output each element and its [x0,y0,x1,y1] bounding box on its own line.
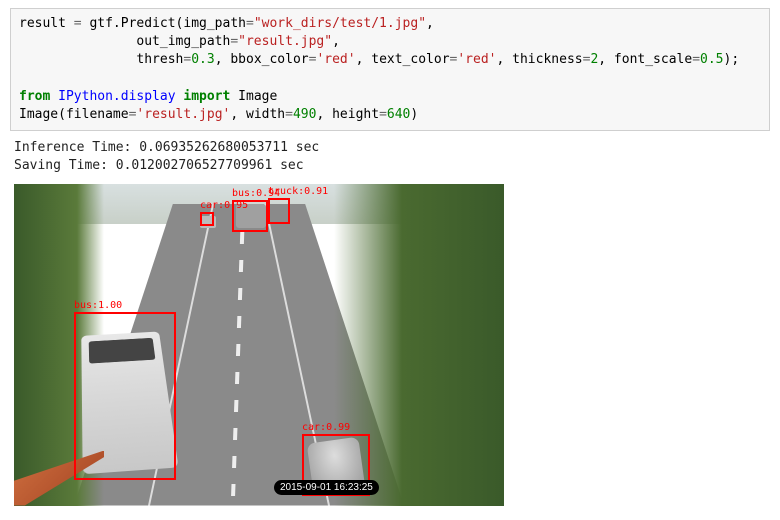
detection-label: truck:0.91 [268,186,328,197]
module-ipython-display: IPython.display [58,89,175,104]
detection-box: car:0.95 [200,212,214,226]
result-image: bus:1.00 car:0.99 car:0.95 bus:0.94truck:0.… [14,184,504,506]
call-gtf-predict: gtf.Predict [89,16,175,31]
code-cell[interactable]: result = gtf.Predict(img_path="work_dirs… [10,8,770,131]
inference-time: Inference Time: 0.06935262680053711 sec [14,140,319,155]
detection-label: car:0.99 [302,422,350,433]
arg-out-img-path: "result.jpg" [238,34,332,49]
keyword-import: import [183,89,230,104]
detection-box: bus:0.94 [232,200,268,232]
saving-time: Saving Time: 0.012002706527709961 sec [14,158,304,173]
detection-box: truck:0.91 [268,198,290,224]
detection-box: bus:1.00 [74,312,176,480]
arg-img-path: "work_dirs/test/1.jpg" [254,16,426,31]
call-image: Image [19,107,58,122]
detection-label: bus:1.00 [74,300,122,311]
timestamp-badge: 2015-09-01 16:23:25 [274,480,379,495]
output-text: Inference Time: 0.06935262680053711 sec … [10,135,770,183]
var-name: result [19,16,66,31]
keyword-from: from [19,89,50,104]
